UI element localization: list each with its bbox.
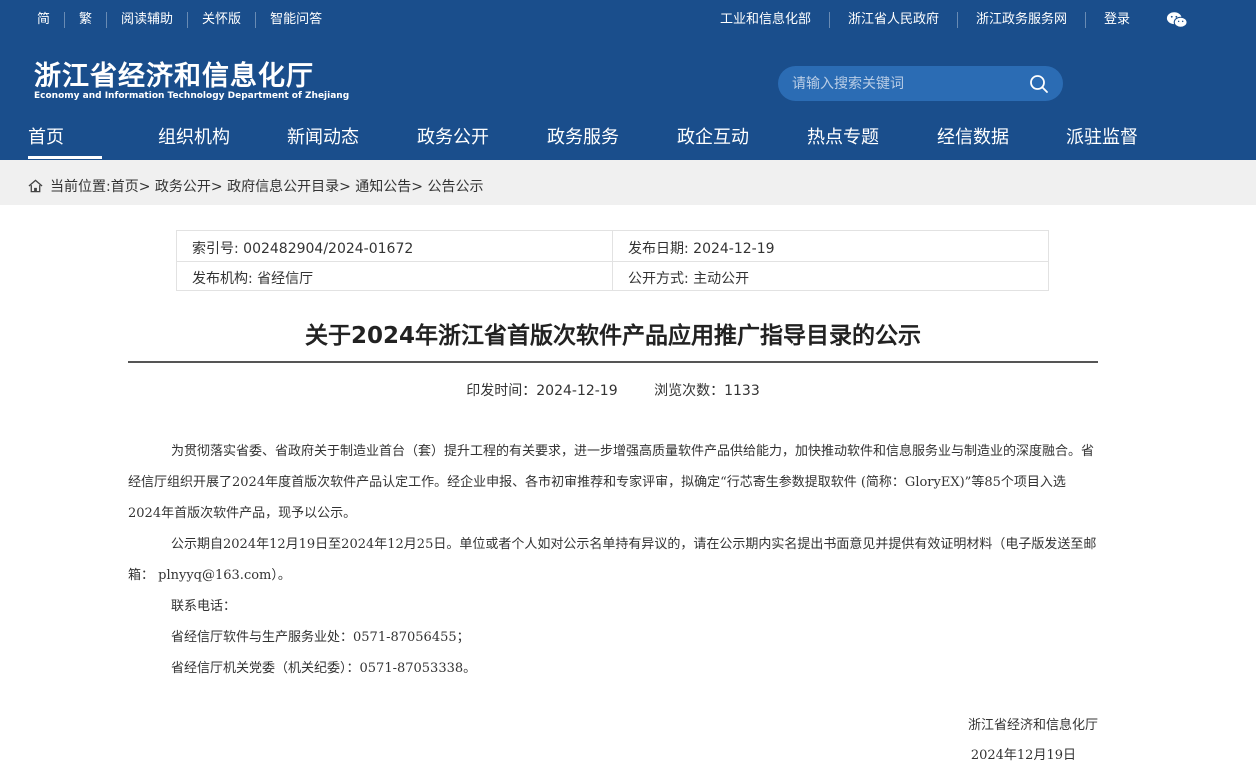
nav-interaction[interactable]: 政企互动	[677, 122, 749, 154]
breadcrumb-label: 当前位置:	[50, 179, 111, 195]
contact-label: 联系电话：	[171, 599, 237, 614]
nav-supervision[interactable]: 派驻监督	[1066, 122, 1138, 154]
signature-date: 2024年12月19日	[970, 748, 1076, 763]
nav-data[interactable]: 经信数据	[937, 122, 1009, 154]
home-icon	[28, 179, 43, 193]
article-body: 为贯彻落实省委、省政府关于制造业首台（套）提升工程的有关要求，进一步增强高质量软…	[128, 436, 1098, 684]
info-table: 索引号: 002482904/2024-01672 发布日期: 2024-12-…	[176, 230, 1049, 291]
article-paragraph: 为贯彻落实省委、省政府关于制造业首台（套）提升工程的有关要求，进一步增强高质量软…	[128, 444, 1095, 521]
index-number: 索引号: 002482904/2024-01672	[192, 241, 414, 257]
contact-line: 省经信厅机关党委（机关纪委）：0571-87053338。	[171, 661, 477, 676]
breadcrumb: 当前位置: 首页> 政务公开> 政府信息公开目录> 通知公告> 公告公示	[28, 176, 483, 196]
disclosure-mode: 公开方式: 主动公开	[628, 271, 750, 287]
traditional-chinese-link[interactable]: 繁	[64, 12, 106, 28]
nav-topics[interactable]: 热点专题	[807, 122, 879, 154]
publish-date: 发布日期: 2024-12-19	[628, 241, 775, 257]
miit-link[interactable]: 工业和信息化部	[702, 12, 829, 28]
search-box	[778, 66, 1063, 101]
nav-home[interactable]: 首页	[28, 122, 102, 159]
care-mode-link[interactable]: 关怀版	[187, 12, 255, 28]
site-logo-title[interactable]: 浙江省经济和信息化厅	[34, 54, 314, 93]
search-input[interactable]	[792, 66, 1022, 101]
nav-gov-affairs[interactable]: 政务公开	[417, 122, 489, 154]
login-link[interactable]: 登录	[1084, 12, 1144, 28]
contact-line: 省经信厅软件与生产服务业处：0571-87056455；	[171, 630, 470, 645]
smart-qa-link[interactable]: 智能问答	[255, 12, 336, 28]
breadcrumb-bar: 当前位置: 首页> 政务公开> 政府信息公开目录> 通知公告> 公告公示	[0, 160, 1256, 205]
signature: 浙江省经济和信息化厅	[967, 718, 1098, 733]
zj-gov-link[interactable]: 浙江省人民政府	[828, 12, 957, 28]
view-count: 浏览次数：1133	[654, 383, 760, 399]
site-header: 简 繁 阅读辅助 关怀版 智能问答 工业和信息化部 浙江省人民政府 浙江政务服务…	[0, 0, 1256, 160]
nav-organization[interactable]: 组织机构	[158, 122, 230, 154]
zj-service-link[interactable]: 浙江政务服务网	[956, 12, 1085, 28]
wechat-icon[interactable]	[1166, 10, 1188, 30]
article-title: 关于2024年浙江省首版次软件产品应用推广指导目录的公示	[304, 323, 921, 349]
main-nav: 首页 组织机构 新闻动态 政务公开 政务服务 政企互动 热点专题 经信数据 派驻…	[0, 122, 1256, 159]
nav-gov-services[interactable]: 政务服务	[547, 122, 619, 154]
nav-news[interactable]: 新闻动态	[287, 122, 359, 154]
accessibility-links: 简 繁 阅读辅助 关怀版 智能问答	[37, 12, 336, 28]
external-links: 工业和信息化部 浙江省人民政府 浙江政务服务网 登录	[702, 12, 1144, 28]
table-divider	[177, 261, 1048, 262]
simplified-chinese-link[interactable]: 简	[37, 12, 64, 28]
article-meta: 印发时间：2024-12-19 浏览次数：1133	[128, 380, 1098, 400]
issue-time: 印发时间：2024-12-19	[466, 383, 618, 399]
title-divider	[128, 361, 1098, 363]
breadcrumb-path[interactable]: 首页> 政务公开> 政府信息公开目录> 通知公告> 公告公示	[111, 176, 484, 196]
reading-assist-link[interactable]: 阅读辅助	[106, 12, 187, 28]
article-paragraph: 公示期自2024年12月19日至2024年12月25日。单位或者个人如对公示名单…	[128, 537, 1097, 583]
search-icon[interactable]	[1029, 74, 1049, 94]
site-logo-subtitle: Economy and Information Technology Depar…	[34, 91, 350, 101]
publishing-org: 发布机构: 省经信厅	[192, 271, 314, 287]
